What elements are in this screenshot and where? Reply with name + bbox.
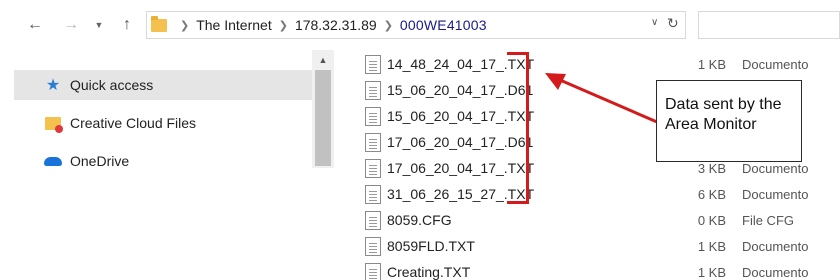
recent-locations-chevron-icon[interactable]: ▼ (92, 14, 106, 36)
nav-item-label: OneDrive (70, 153, 130, 168)
file-type: File CFG (742, 212, 794, 228)
onedrive-cloud-icon (44, 156, 62, 166)
file-size: 6 KB (697, 186, 726, 202)
file-name: 14_48_24_04_17_.TXT (387, 56, 535, 72)
file-row[interactable]: 31_06_26_15_27_.TXT 6 KB Documento (360, 181, 840, 207)
nav-item-label: Quick access (70, 77, 154, 93)
refresh-icon[interactable]: ↻ (667, 15, 679, 32)
nav-item-creative-cloud-files[interactable]: Creative Cloud Files (44, 108, 196, 138)
text-file-icon (365, 262, 381, 280)
annotation-callout: Data sent by the Area Monitor (656, 80, 802, 162)
file-type: Documento (742, 238, 809, 254)
search-input[interactable] (698, 11, 840, 39)
file-size: 0 KB (697, 212, 726, 228)
file-name: 8059.CFG (387, 212, 452, 228)
nav-item-quick-access[interactable]: ★ Quick access (44, 70, 153, 100)
file-type: Documento (742, 56, 809, 72)
file-row[interactable]: 14_48_24_04_17_.TXT 1 KB Documento (360, 51, 840, 77)
folder-icon (151, 15, 167, 32)
text-file-icon (365, 54, 381, 74)
file-type: Documento (742, 264, 809, 280)
annotation-bracket (507, 52, 529, 204)
file-icon (365, 132, 381, 152)
nav-item-label: Creative Cloud Files (70, 115, 197, 131)
breadcrumb-chevron-icon[interactable]: ❯ (279, 19, 288, 32)
file-size: 1 KB (697, 264, 726, 280)
file-name: Creating.TXT (387, 264, 471, 280)
file-icon (365, 210, 381, 230)
file-name: 8059FLD.TXT (387, 238, 475, 254)
text-file-icon (365, 184, 381, 204)
breadcrumb-the-internet[interactable]: The Internet (196, 17, 272, 33)
address-bar-area: ← → ▼ ↑ ❯ The Internet ❯ 178.32.31.89 ❯ … (0, 0, 840, 46)
text-file-icon (365, 106, 381, 126)
file-name: 15_06_20_04_17_.D61 (387, 82, 534, 98)
creative-cloud-folder-icon (44, 116, 63, 133)
file-name: 17_06_20_04_17_.TXT (387, 160, 535, 176)
file-row[interactable]: Creating.TXT 1 KB Documento (360, 259, 840, 280)
file-icon (365, 80, 381, 100)
file-size: 1 KB (697, 56, 726, 72)
star-icon: ★ (45, 77, 61, 94)
text-file-icon (365, 236, 381, 256)
breadcrumb-current-folder[interactable]: 000WE41003 (400, 17, 487, 33)
back-arrow-icon[interactable]: ← (24, 14, 46, 36)
scroll-thumb[interactable] (315, 70, 331, 166)
navigation-pane: ★ Quick access Creative Cloud Files OneD… (0, 50, 336, 168)
address-history-chevron-icon[interactable]: ∨ (651, 17, 658, 28)
breadcrumb-chevron-icon[interactable]: ❯ (384, 19, 393, 32)
file-name: 17_06_20_04_17_.D61 (387, 134, 534, 150)
scroll-up-chevron-icon[interactable]: ▲ (312, 52, 334, 68)
file-name: 31_06_26_15_27_.TXT (387, 186, 535, 202)
nav-item-onedrive[interactable]: OneDrive (44, 146, 129, 168)
file-type: Documento (742, 186, 809, 202)
file-row[interactable]: 8059FLD.TXT 1 KB Documento (360, 233, 840, 259)
file-row[interactable]: 8059.CFG 0 KB File CFG (360, 207, 840, 233)
address-field[interactable]: ❯ The Internet ❯ 178.32.31.89 ❯ 000WE410… (146, 11, 686, 39)
breadcrumb-chevron-icon[interactable]: ❯ (180, 19, 189, 32)
file-size: 3 KB (697, 160, 726, 176)
file-name: 15_06_20_04_17_.TXT (387, 108, 535, 124)
file-size: 1 KB (697, 238, 726, 254)
up-arrow-icon[interactable]: ↑ (116, 14, 138, 36)
text-file-icon (365, 158, 381, 178)
forward-arrow-icon[interactable]: → (60, 14, 82, 36)
breadcrumb-ip-address[interactable]: 178.32.31.89 (295, 17, 377, 33)
file-type: Documento (742, 160, 809, 176)
